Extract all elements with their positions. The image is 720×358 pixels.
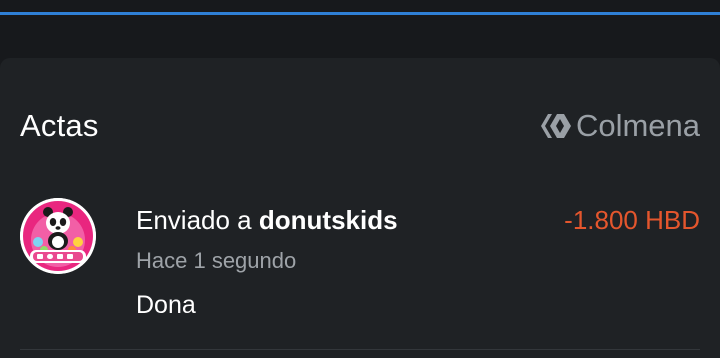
card-header: Actas Colmena <box>20 106 700 146</box>
transaction-time: Hace 1 segundo <box>136 248 297 273</box>
transaction-main: Enviado a donutskids Hace 1 segundo Dona <box>136 204 398 320</box>
donutskids-avatar <box>20 198 96 274</box>
transaction-memo: Dona <box>136 291 196 319</box>
card-title: Actas <box>20 108 99 143</box>
transaction-row[interactable]: Enviado a donutskids Hace 1 segundo Dona… <box>20 198 700 338</box>
transaction-title: Enviado a donutskids <box>136 204 398 236</box>
divider <box>20 349 700 350</box>
brand: Colmena <box>539 108 700 144</box>
hive-logo-icon <box>540 114 571 138</box>
activity-card: Actas Colmena Enviado a donutskids Hace … <box>0 58 720 358</box>
avatar[interactable] <box>20 198 96 274</box>
transaction-action: Enviado a <box>136 205 252 235</box>
top-bar <box>0 0 720 12</box>
brand-label: Colmena <box>575 108 700 143</box>
transaction-amount: -1.800 HBD <box>564 205 700 235</box>
transaction-counterparty[interactable]: donutskids <box>259 205 398 235</box>
accent-line <box>0 12 720 15</box>
